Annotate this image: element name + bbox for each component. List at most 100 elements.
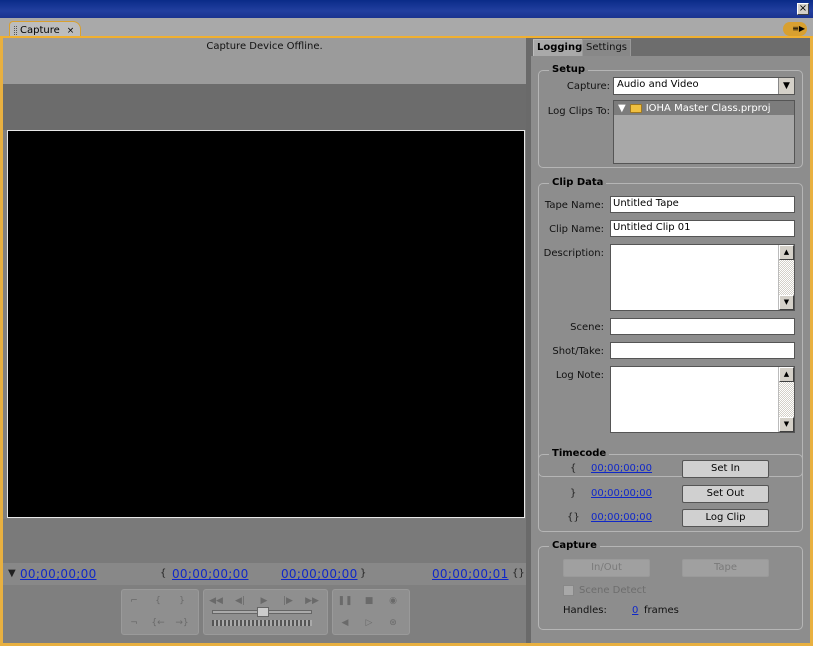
shuttle-knob[interactable] bbox=[257, 607, 269, 617]
play-icon[interactable]: ▶ bbox=[256, 594, 272, 608]
scroll-down-icon[interactable]: ▼ bbox=[779, 417, 794, 432]
marker-controls: ⌐ { } ¬ {← →} bbox=[121, 589, 199, 635]
status-area: Capture Device Offline. bbox=[3, 38, 526, 84]
current-timecode[interactable]: 00;00;00;00 bbox=[20, 567, 97, 581]
scene-detect-checkbox[interactable] bbox=[563, 585, 574, 596]
scroll-up-icon[interactable]: ▲ bbox=[779, 245, 794, 260]
logging-panel: Logging Settings Setup Capture: Audio an… bbox=[531, 38, 810, 643]
grip-icon[interactable] bbox=[14, 26, 17, 35]
monitor-top-band bbox=[3, 84, 526, 130]
in-timecode[interactable]: 00;00;00;00 bbox=[591, 463, 652, 474]
in-point-icon: { bbox=[160, 568, 167, 579]
scroll-up-icon[interactable]: ▲ bbox=[779, 367, 794, 382]
dropdown-arrow-icon[interactable]: ▼ bbox=[778, 78, 794, 94]
duration-icon: {} bbox=[567, 512, 580, 523]
setup-title: Setup bbox=[549, 64, 589, 75]
in-point-timecode[interactable]: 00;00;00;00 bbox=[172, 567, 249, 581]
shot-take-field[interactable] bbox=[610, 342, 795, 359]
jog-wheel[interactable] bbox=[212, 620, 312, 626]
timecode-row: ▼ 00;00;00;00 { 00;00;00;00 00;00;00;00 … bbox=[3, 563, 526, 585]
clip-data-group: Clip Data Tape Name: Untitled Tape Clip … bbox=[538, 177, 803, 477]
timecode-group: Timecode { 00;00;00;00 Set In } 00;00;00… bbox=[538, 448, 803, 532]
go-to-in-icon[interactable]: { bbox=[150, 594, 166, 608]
log-clips-to-label: Log Clips To: bbox=[547, 106, 610, 117]
shot-take-label: Shot/Take: bbox=[552, 346, 604, 357]
record-icon[interactable]: ◉ bbox=[385, 594, 401, 608]
capture-monitor: Capture Device Offline. ▼ 00;00;00;00 { … bbox=[3, 38, 526, 643]
capture-in-out-button[interactable]: In/Out bbox=[563, 559, 650, 577]
scene-field[interactable] bbox=[610, 318, 795, 335]
right-tab-strip: Logging Settings bbox=[531, 38, 810, 56]
log-note-scrollbar[interactable]: ▲ ▼ bbox=[778, 367, 794, 432]
description-field[interactable]: ▲ ▼ bbox=[610, 244, 795, 311]
panel-menu-icon[interactable]: ≡▶ bbox=[783, 22, 807, 36]
duration-icon: {} bbox=[512, 568, 525, 579]
out-timecode[interactable]: 00;00;00;00 bbox=[591, 488, 652, 499]
go-to-out-icon[interactable]: } bbox=[174, 594, 190, 608]
transport-controls: ⌐ { } ¬ {← →} ◀◀ ◀| ▶ |▶ ▶▶ ❚❚ ■ ◉ ◀ ▷ ⊛ bbox=[3, 585, 526, 643]
tab-close-icon[interactable]: × bbox=[67, 26, 75, 36]
playback-controls: ◀◀ ◀| ▶ |▶ ▶▶ bbox=[203, 589, 328, 635]
capture-group: Capture In/Out Tape Scene Detect Handles… bbox=[538, 540, 803, 630]
set-out-button[interactable]: Set Out bbox=[682, 485, 769, 503]
monitor-bottom-band bbox=[3, 519, 526, 563]
tab-logging[interactable]: Logging bbox=[533, 39, 587, 56]
window-title-bar: × bbox=[0, 0, 813, 18]
log-note-label: Log Note: bbox=[555, 370, 604, 381]
in-point-icon: { bbox=[570, 463, 577, 474]
scroll-down-icon[interactable]: ▼ bbox=[779, 295, 794, 310]
handles-label: Handles: bbox=[563, 605, 607, 616]
timecode-dropdown-icon[interactable]: ▼ bbox=[8, 568, 16, 579]
setup-group: Setup Capture: Audio and Video ▼ Log Cli… bbox=[538, 64, 803, 168]
video-preview bbox=[7, 130, 525, 518]
pause-icon[interactable]: ❚❚ bbox=[337, 594, 353, 608]
out-point-timecode[interactable]: 00;00;00;00 bbox=[281, 567, 358, 581]
capture-title: Capture bbox=[549, 540, 600, 551]
description-label: Description: bbox=[543, 248, 604, 259]
expand-triangle-icon[interactable]: ▼ bbox=[618, 103, 626, 114]
step-forward-icon[interactable]: |▶ bbox=[280, 594, 296, 608]
set-in-icon[interactable]: ⌐ bbox=[126, 594, 142, 608]
tape-name-label: Tape Name: bbox=[544, 200, 604, 211]
log-clips-to-tree[interactable]: ▼ IOHA Master Class.prproj bbox=[613, 100, 795, 164]
capture-select-value: Audio and Video bbox=[617, 79, 699, 90]
fast-forward-icon[interactable]: ▶▶ bbox=[304, 594, 320, 608]
log-clip-button[interactable]: Log Clip bbox=[682, 509, 769, 527]
tape-name-field[interactable]: Untitled Tape bbox=[610, 196, 795, 213]
shuttle-slider[interactable] bbox=[212, 607, 312, 617]
description-scrollbar[interactable]: ▲ ▼ bbox=[778, 245, 794, 310]
goto-in-edit-icon[interactable]: {← bbox=[150, 616, 166, 630]
out-point-icon: } bbox=[360, 568, 367, 579]
record-controls: ❚❚ ■ ◉ ◀ ▷ ⊛ bbox=[332, 589, 410, 635]
project-name: IOHA Master Class.prproj bbox=[645, 102, 771, 114]
folder-icon bbox=[629, 103, 642, 113]
scene-search-icon[interactable]: ⊛ bbox=[385, 616, 401, 630]
scene-label: Scene: bbox=[570, 322, 604, 333]
project-tree-row[interactable]: ▼ IOHA Master Class.prproj bbox=[614, 101, 794, 115]
duration-timecode-field[interactable]: 00;00;00;00 bbox=[591, 512, 652, 523]
set-out-icon[interactable]: ¬ bbox=[126, 616, 142, 630]
scene-detect-label: Scene Detect bbox=[579, 585, 647, 596]
slow-play-icon[interactable]: ▷ bbox=[361, 616, 377, 630]
slow-reverse-icon[interactable]: ◀ bbox=[337, 616, 353, 630]
panel-tab-strip: Capture × ≡▶ bbox=[0, 18, 813, 38]
step-back-icon[interactable]: ◀| bbox=[232, 594, 248, 608]
device-status-text: Capture Device Offline. bbox=[206, 41, 323, 52]
clip-name-label: Clip Name: bbox=[549, 224, 604, 235]
stop-icon[interactable]: ■ bbox=[361, 594, 377, 608]
window-close-button[interactable]: × bbox=[797, 3, 809, 15]
clip-name-field[interactable]: Untitled Clip 01 bbox=[610, 220, 795, 237]
goto-out-edit-icon[interactable]: →} bbox=[174, 616, 190, 630]
capture-select[interactable]: Audio and Video ▼ bbox=[613, 77, 795, 95]
handles-value[interactable]: 0 bbox=[632, 605, 638, 616]
out-point-icon: } bbox=[570, 488, 577, 499]
capture-tape-button[interactable]: Tape bbox=[682, 559, 769, 577]
capture-label: Capture: bbox=[566, 81, 610, 92]
tab-capture-label: Capture bbox=[20, 25, 60, 36]
rewind-icon[interactable]: ◀◀ bbox=[208, 594, 224, 608]
log-note-field[interactable]: ▲ ▼ bbox=[610, 366, 795, 433]
duration-timecode[interactable]: 00;00;00;01 bbox=[432, 567, 509, 581]
tab-settings[interactable]: Settings bbox=[582, 39, 632, 56]
handles-unit: frames bbox=[644, 605, 679, 616]
set-in-button[interactable]: Set In bbox=[682, 460, 769, 478]
